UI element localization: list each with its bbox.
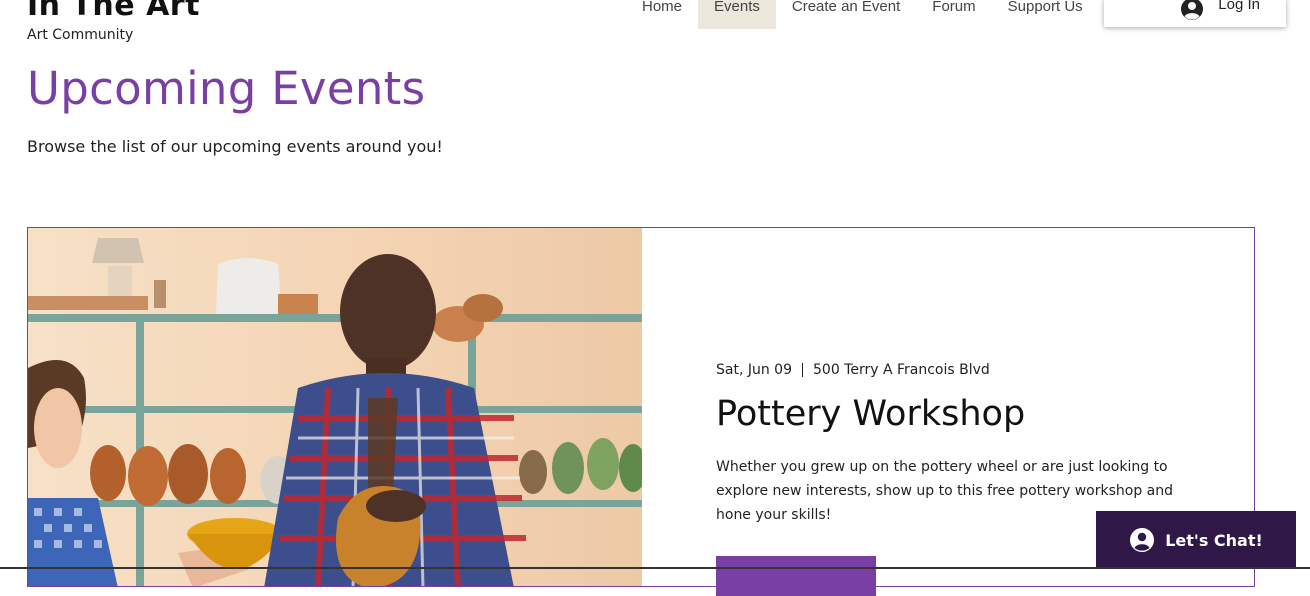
- main-nav: Home Events Create an Event Forum Suppor…: [626, 0, 1099, 29]
- event-card[interactable]: Sat, Jun 09 500 Terry A Francois Blvd Po…: [27, 227, 1255, 596]
- site-tagline: Art Community: [27, 27, 134, 43]
- nav-support-us[interactable]: Support Us: [992, 0, 1099, 29]
- nav-home[interactable]: Home: [626, 0, 698, 29]
- rsvp-button[interactable]: [716, 556, 876, 596]
- nav-forum[interactable]: Forum: [916, 0, 991, 29]
- event-location: 500 Terry A Francois Blvd: [813, 362, 990, 378]
- chat-widget-button[interactable]: Let's Chat!: [1096, 511, 1296, 569]
- site-title[interactable]: In The Art: [27, 0, 200, 24]
- event-meta: Sat, Jun 09 500 Terry A Francois Blvd: [716, 362, 990, 378]
- event-title[interactable]: Pottery Workshop: [716, 394, 1025, 434]
- nav-events[interactable]: Events: [698, 0, 776, 29]
- meta-divider: [802, 363, 803, 377]
- nav-create-event[interactable]: Create an Event: [776, 0, 916, 29]
- event-date: Sat, Jun 09: [716, 362, 792, 378]
- event-image[interactable]: [28, 228, 642, 586]
- login-label: Log In: [1218, 0, 1260, 13]
- chat-label: Let's Chat!: [1165, 530, 1263, 550]
- user-avatar-icon: [1181, 0, 1204, 20]
- page-subtitle: Browse the list of our upcoming events a…: [27, 137, 443, 156]
- chat-avatar-icon: [1130, 528, 1155, 552]
- page-title: Upcoming Events: [27, 62, 426, 115]
- pottery-workshop-photo: [28, 228, 642, 586]
- login-button[interactable]: Log In: [1104, 0, 1286, 27]
